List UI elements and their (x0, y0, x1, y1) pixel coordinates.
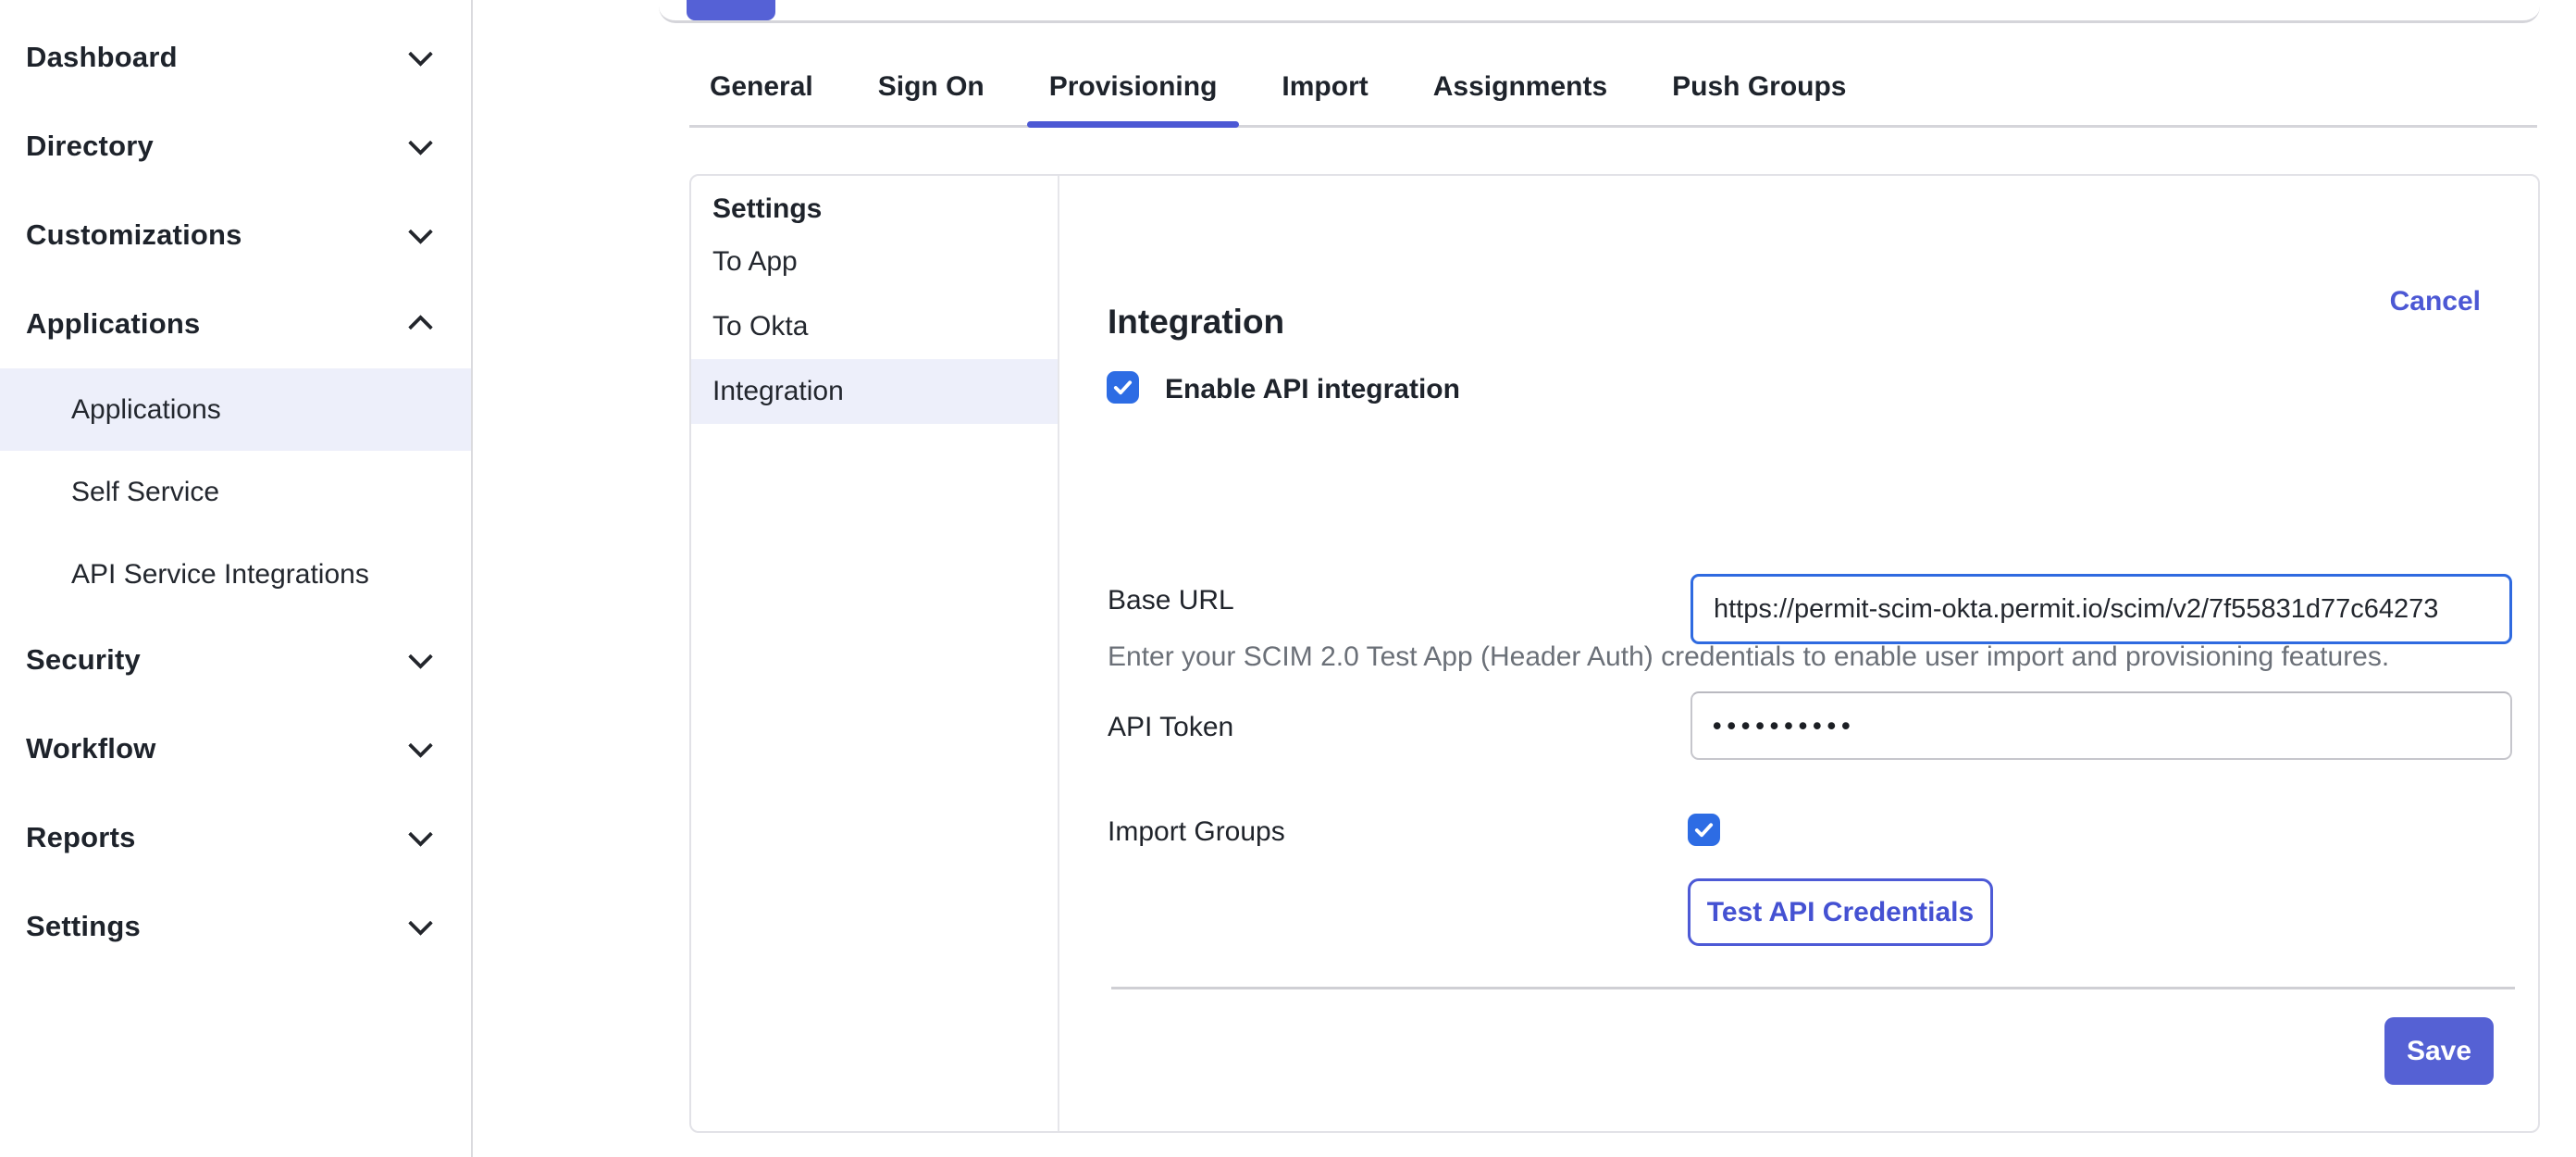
sidebar-item-label: Settings (26, 910, 141, 943)
sidebar-subitem-label: API Service Integrations (71, 559, 369, 591)
test-api-credentials-button[interactable]: Test API Credentials (1688, 878, 1993, 946)
sidebar-subitem-label: Applications (71, 394, 221, 426)
sidebar-item-workflow[interactable]: Workflow (0, 704, 471, 793)
subnav-item-to-app[interactable]: To App (691, 230, 1058, 294)
active-tab-indicator (687, 0, 775, 20)
integration-panel: Integration Cancel Enable API integratio… (1059, 176, 2538, 1131)
subnav-header: Settings (691, 189, 1058, 230)
page-title: Integration (1108, 303, 1284, 342)
subnav-item-to-okta[interactable]: To Okta (691, 294, 1058, 359)
sidebar-item-directory[interactable]: Directory (0, 102, 471, 191)
import-groups-label: Import Groups (1108, 816, 1285, 848)
tab-general[interactable]: General (710, 49, 813, 125)
chevron-down-icon (408, 914, 432, 939)
chevron-down-icon (408, 134, 432, 158)
sidebar-item-customizations[interactable]: Customizations (0, 191, 471, 280)
tab-import[interactable]: Import (1282, 49, 1368, 125)
sidebar-item-label: Dashboard (26, 41, 178, 74)
sidebar-item-security[interactable]: Security (0, 616, 471, 704)
subnav-item-integration[interactable]: Integration (691, 359, 1058, 424)
app-tab-bar: General Sign On Provisioning Import Assi… (689, 49, 2537, 128)
tab-assignments[interactable]: Assignments (1433, 49, 1607, 125)
provisioning-card: Settings To App To Okta Integration Inte… (689, 174, 2540, 1133)
sidebar-item-label: Reports (26, 821, 136, 854)
enable-api-checkbox[interactable] (1107, 371, 1139, 404)
credentials-description: Enter your SCIM 2.0 Test App (Header Aut… (1108, 641, 2389, 673)
chevron-down-icon (408, 223, 432, 247)
sidebar-item-reports[interactable]: Reports (0, 793, 471, 882)
import-groups-checkbox[interactable] (1688, 814, 1720, 846)
sidebar: Dashboard Directory Customizations Appli… (0, 0, 473, 1157)
checkmark-icon (1112, 377, 1133, 398)
sidebar-item-dashboard[interactable]: Dashboard (0, 13, 471, 102)
base-url-input[interactable] (1690, 574, 2512, 644)
footer-divider (1111, 987, 2515, 989)
tab-push-groups[interactable]: Push Groups (1672, 49, 1846, 125)
top-tab-strip (659, 0, 2540, 23)
sidebar-subitem-label: Self Service (71, 477, 219, 508)
sidebar-subitem-self-service[interactable]: Self Service (0, 451, 471, 533)
checkmark-icon (1693, 819, 1715, 840)
save-button[interactable]: Save (2384, 1017, 2494, 1085)
tab-provisioning[interactable]: Provisioning (1049, 49, 1218, 125)
sidebar-item-applications[interactable]: Applications (0, 280, 471, 368)
api-token-input[interactable] (1690, 691, 2512, 760)
sidebar-subitem-api-service-integrations[interactable]: API Service Integrations (0, 533, 471, 616)
sidebar-item-label: Workflow (26, 732, 156, 765)
chevron-down-icon (408, 648, 432, 672)
base-url-label: Base URL (1108, 585, 1234, 616)
sidebar-item-label: Customizations (26, 218, 242, 252)
api-token-label: API Token (1108, 712, 1233, 743)
chevron-down-icon (408, 45, 432, 69)
chevron-down-icon (408, 826, 432, 850)
sidebar-item-label: Directory (26, 130, 154, 163)
cancel-link[interactable]: Cancel (2390, 286, 2481, 317)
sidebar-subitem-applications[interactable]: Applications (0, 368, 471, 451)
sidebar-item-label: Applications (26, 307, 200, 341)
sidebar-item-settings[interactable]: Settings (0, 882, 471, 971)
chevron-down-icon (408, 737, 432, 761)
sidebar-item-label: Security (26, 643, 141, 677)
chevron-up-icon (408, 312, 432, 336)
provisioning-page: Dashboard Directory Customizations Appli… (0, 0, 2576, 1157)
settings-subnav: Settings To App To Okta Integration (691, 176, 1059, 1131)
enable-api-label: Enable API integration (1165, 374, 1460, 405)
tab-sign-on[interactable]: Sign On (878, 49, 985, 125)
